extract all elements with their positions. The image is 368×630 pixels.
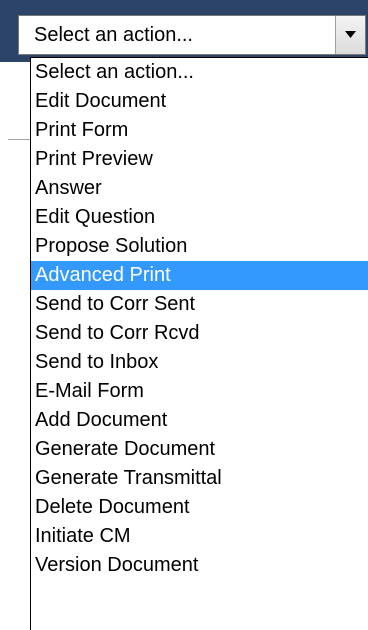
option-send-to-corr-sent[interactable]: Send to Corr Sent xyxy=(31,290,368,319)
page: s Select an action... Select an action..… xyxy=(0,0,368,630)
option-initiate-cm[interactable]: Initiate CM xyxy=(31,522,368,551)
option-select-an-action[interactable]: Select an action... xyxy=(31,58,368,87)
background-partial-text: s xyxy=(0,105,32,128)
option-propose-solution[interactable]: Propose Solution xyxy=(31,232,368,261)
option-print-preview[interactable]: Print Preview xyxy=(31,145,368,174)
action-select-value: Select an action... xyxy=(34,24,193,46)
option-send-to-corr-rcvd[interactable]: Send to Corr Rcvd xyxy=(31,319,368,348)
background-divider xyxy=(8,139,32,140)
option-advanced-print[interactable]: Advanced Print xyxy=(31,261,368,290)
triangle-down-icon xyxy=(345,31,356,38)
option-edit-question[interactable]: Edit Question xyxy=(31,203,368,232)
action-dropdown-list[interactable]: Select an action... Edit Document Print … xyxy=(30,57,368,630)
option-print-form[interactable]: Print Form xyxy=(31,116,368,145)
option-answer[interactable]: Answer xyxy=(31,174,368,203)
option-generate-transmittal[interactable]: Generate Transmittal xyxy=(31,464,368,493)
dropdown-toggle-button[interactable] xyxy=(335,16,365,54)
action-select[interactable]: Select an action... xyxy=(18,15,366,55)
option-add-document[interactable]: Add Document xyxy=(31,406,368,435)
option-generate-document[interactable]: Generate Document xyxy=(31,435,368,464)
option-email-form[interactable]: E-Mail Form xyxy=(31,377,368,406)
option-delete-document[interactable]: Delete Document xyxy=(31,493,368,522)
option-edit-document[interactable]: Edit Document xyxy=(31,87,368,116)
option-send-to-inbox[interactable]: Send to Inbox xyxy=(31,348,368,377)
background-page-sliver xyxy=(0,62,32,630)
option-version-document[interactable]: Version Document xyxy=(31,551,368,580)
